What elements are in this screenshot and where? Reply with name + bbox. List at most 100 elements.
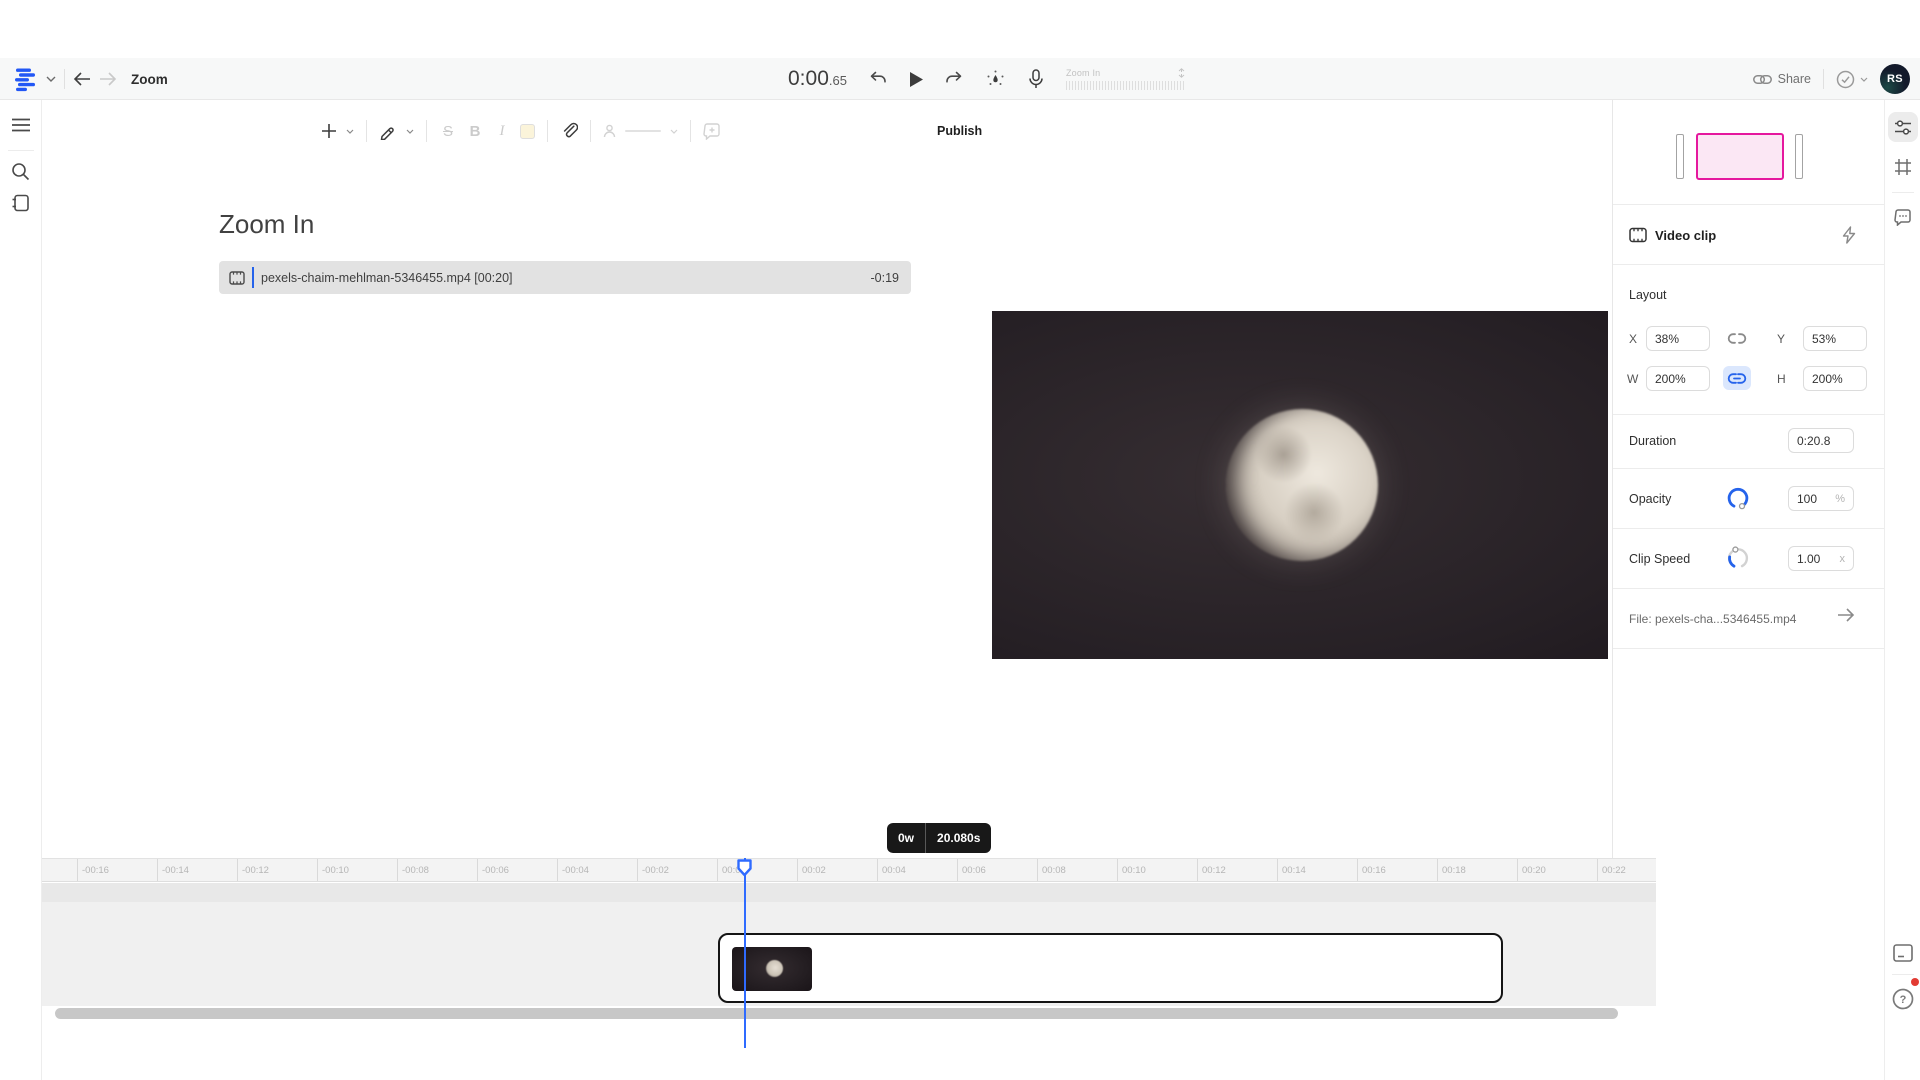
video-canvas[interactable] xyxy=(992,311,1608,659)
panel-divider xyxy=(1613,414,1885,415)
video-clip-icon xyxy=(1629,227,1647,243)
film-icon xyxy=(229,271,245,285)
timeline-ruler[interactable]: -00:18-00:16-00:14-00:12-00:10-00:08-00:… xyxy=(42,858,1656,882)
y-field-label: Y xyxy=(1777,332,1785,346)
w-input[interactable] xyxy=(1646,366,1710,391)
compose-pen-icon[interactable] xyxy=(379,122,397,140)
timeline-scrollbar[interactable] xyxy=(55,1008,1618,1019)
panel-divider xyxy=(1613,468,1885,469)
timeline-clip[interactable] xyxy=(718,933,1503,1003)
rail-divider xyxy=(1892,974,1914,975)
scene-prev-thumb[interactable] xyxy=(1676,134,1684,179)
script-title[interactable]: Zoom In xyxy=(219,209,314,240)
timecode-fraction: .65 xyxy=(829,73,847,88)
compose-chevron-icon[interactable] xyxy=(406,129,414,134)
x-input[interactable] xyxy=(1646,326,1710,351)
app-logo[interactable] xyxy=(12,66,38,92)
script-clip-row[interactable]: pexels-chaim-mehlman-5346455.mp4 [00:20]… xyxy=(219,261,911,294)
playhead-marker[interactable] xyxy=(737,859,752,877)
x-field-label: X xyxy=(1629,332,1637,346)
timeline-script-band xyxy=(42,883,1656,902)
toolbar-divider xyxy=(426,120,427,142)
speaker-label-icon[interactable] xyxy=(603,124,616,138)
share-button[interactable]: Share xyxy=(1753,72,1811,86)
properties-sliders-icon[interactable] xyxy=(1888,112,1918,142)
tooltip-duration: 20.080s xyxy=(926,831,991,845)
opacity-knob[interactable] xyxy=(1725,485,1751,511)
duration-input[interactable] xyxy=(1788,428,1854,453)
publish-button[interactable]: Publish xyxy=(937,124,982,138)
recording-track-label: Zoom In xyxy=(1066,68,1100,78)
strikethrough-button[interactable]: S xyxy=(439,123,457,140)
mic-icon[interactable] xyxy=(1027,69,1045,89)
panel-divider xyxy=(1613,528,1885,529)
panel-header: Video clip xyxy=(1655,228,1716,243)
h-input[interactable] xyxy=(1803,366,1867,391)
highlight-button[interactable] xyxy=(520,124,535,139)
chevron-down-icon xyxy=(1860,77,1868,82)
rail-divider xyxy=(1892,192,1914,193)
panel-divider xyxy=(1613,588,1885,589)
open-file-arrow-icon[interactable] xyxy=(1837,608,1855,622)
sync-status-button[interactable] xyxy=(1836,70,1868,89)
opacity-input-wrap[interactable]: % xyxy=(1788,486,1854,511)
layout-templates-icon[interactable] xyxy=(1888,152,1918,182)
duration-label: Duration xyxy=(1629,434,1676,448)
link-wh-icon[interactable] xyxy=(1723,366,1751,390)
search-icon[interactable] xyxy=(11,162,31,181)
forward-button[interactable] xyxy=(99,72,117,86)
toolbar-divider xyxy=(547,120,548,142)
speaker-line xyxy=(625,130,661,132)
comments-bubble-icon[interactable] xyxy=(1888,202,1918,232)
waveform-strip xyxy=(1066,81,1184,90)
clip-speed-input-wrap[interactable]: x xyxy=(1788,546,1854,571)
italic-button[interactable]: I xyxy=(493,123,511,140)
redo-icon[interactable] xyxy=(945,70,964,88)
tooltip-word-count: 0w xyxy=(887,831,925,845)
opacity-label: Opacity xyxy=(1629,492,1671,506)
scene-next-thumb[interactable] xyxy=(1795,134,1803,179)
notes-icon[interactable] xyxy=(11,194,31,212)
link-xy-icon[interactable] xyxy=(1723,326,1751,350)
clip-speed-knob[interactable] xyxy=(1725,545,1751,571)
opacity-input[interactable] xyxy=(1797,492,1835,506)
script-editor: S B I Publish Zoom In xyxy=(43,101,992,858)
descript-app: Zoom 0:00.65 xyxy=(0,0,1920,1080)
clip-remaining-time: -0:19 xyxy=(871,271,900,285)
add-block-chevron-icon[interactable] xyxy=(346,129,354,134)
clip-speed-label: Clip Speed xyxy=(1629,552,1690,566)
sidebar-divider xyxy=(8,150,34,151)
attach-paperclip-icon[interactable] xyxy=(560,122,578,140)
clip-speed-input[interactable] xyxy=(1797,552,1840,566)
play-button[interactable] xyxy=(908,71,924,88)
comment-icon[interactable] xyxy=(703,123,721,140)
timeline-tooltip: 0w 20.080s xyxy=(887,823,991,853)
toolbar-divider xyxy=(590,120,591,142)
bold-button[interactable]: B xyxy=(466,123,484,140)
sync-icon xyxy=(1177,68,1186,78)
add-block-button[interactable] xyxy=(321,123,337,139)
text-cursor xyxy=(252,267,254,288)
avatar[interactable]: RS xyxy=(1880,64,1910,94)
share-label: Share xyxy=(1778,72,1811,86)
toolbar-divider xyxy=(366,120,367,142)
panel-divider xyxy=(1613,204,1885,205)
toggle-bottom-panel-icon[interactable] xyxy=(1888,938,1918,968)
check-circle-icon xyxy=(1836,70,1855,89)
clip-actions-bolt-icon[interactable] xyxy=(1841,226,1857,244)
thumbnail-moon xyxy=(766,960,783,977)
help-button[interactable]: ? xyxy=(1888,984,1918,1014)
topbar: Zoom 0:00.65 xyxy=(0,58,1920,100)
back-button[interactable] xyxy=(73,72,91,86)
toolbar-divider xyxy=(690,120,691,142)
recording-track-widget[interactable]: Zoom In xyxy=(1066,68,1186,90)
undo-icon[interactable] xyxy=(868,70,887,88)
speaker-chevron-icon xyxy=(670,129,678,134)
y-input[interactable] xyxy=(1803,326,1867,351)
logo-chevron-down-icon[interactable] xyxy=(46,76,56,82)
enhance-sparkle-icon[interactable] xyxy=(985,69,1006,89)
menu-icon[interactable] xyxy=(11,118,31,132)
panel-divider xyxy=(1613,648,1885,649)
file-label: File: pexels-cha...5346455.mp4 xyxy=(1629,612,1796,626)
scene-current-thumb[interactable] xyxy=(1696,133,1784,180)
